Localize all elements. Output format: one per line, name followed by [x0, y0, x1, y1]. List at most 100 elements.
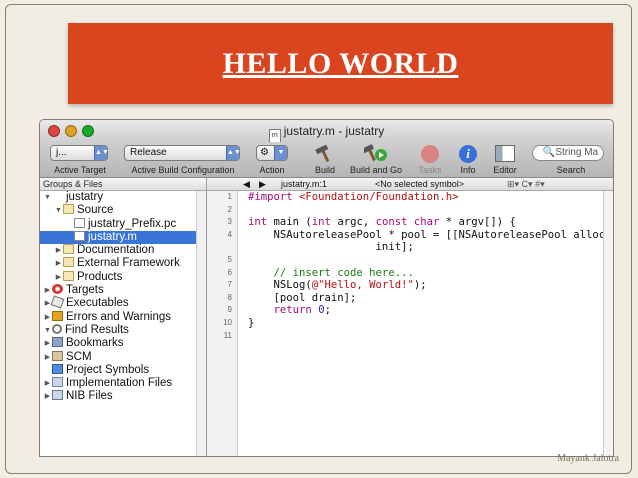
- active-target-item: j... ▲▼ Active Target: [44, 142, 116, 177]
- editor-icon: [495, 145, 515, 162]
- sidebar-item[interactable]: ▶ Documentation: [40, 244, 206, 257]
- sidebar-item[interactable]: justatry.m: [40, 230, 206, 245]
- sidebar-item[interactable]: ▶ NIB Files: [40, 390, 206, 403]
- action-label: Action: [259, 165, 285, 175]
- search-icon: [52, 323, 62, 334]
- line-number: 10: [223, 317, 232, 327]
- cube-icon: [52, 363, 63, 374]
- line-number-gutter: 1 2 3 4 5 6 7 8 9 10 11: [207, 191, 238, 456]
- code-area[interactable]: #import <Foundation/Foundation.h> int mai…: [238, 191, 612, 456]
- sidebar-item-label: Source: [77, 204, 114, 217]
- nav-extra-popups[interactable]: ⊞▾ C▾ #▾: [507, 178, 545, 190]
- gear-icon: ⚙: [260, 147, 269, 158]
- disclosure-open-icon[interactable]: ▼: [43, 191, 52, 204]
- search-label: Search: [556, 165, 586, 175]
- target-icon: [52, 284, 63, 295]
- line-number: [207, 241, 237, 254]
- tasks-label: Tasks: [418, 165, 442, 175]
- groups-and-files-sidebar: Groups & Files ▼ justatry ▼ Source justatry_…: [40, 178, 207, 456]
- title-banner: HELLO WORLD: [68, 23, 613, 104]
- sidebar-item-label: SCM: [66, 350, 92, 363]
- disclosure-closed-icon[interactable]: ▶: [54, 244, 63, 257]
- code-token: init];: [248, 241, 414, 254]
- code-line: return 0;: [238, 304, 604, 317]
- sidebar-item[interactable]: ▶ Executables: [40, 295, 206, 310]
- disclosure-closed-icon[interactable]: ▶: [43, 284, 52, 297]
- sidebar-item[interactable]: ▼ justatry: [40, 191, 206, 204]
- action-item[interactable]: ⚙ ▼ Action: [252, 142, 292, 177]
- disclosure-closed-icon[interactable]: ▶: [54, 257, 63, 270]
- action-popup[interactable]: ⚙ ▼: [256, 145, 288, 161]
- symbol-popup[interactable]: <No selected symbol>: [375, 178, 464, 190]
- code-token: [pool drain];: [248, 291, 357, 304]
- list-icon: [52, 377, 63, 388]
- build-config-popup[interactable]: Release ▲▼: [124, 145, 241, 161]
- hammer-icon: [315, 144, 330, 162]
- code-line: NSLog(@"Hello, World!");: [238, 279, 604, 292]
- build-button[interactable]: Build: [308, 142, 342, 177]
- code-line: init];: [238, 241, 604, 254]
- sidebar-item[interactable]: ▶ Targets: [40, 284, 206, 297]
- title-bar: m justatry.m - justatry: [40, 120, 613, 143]
- tasks-button[interactable]: Tasks: [412, 142, 448, 177]
- warn-icon: [52, 310, 63, 321]
- author-credit: Mayank Jalotra: [557, 453, 619, 464]
- sidebar-item[interactable]: ▶ External Framework: [40, 257, 206, 270]
- editor-button[interactable]: Editor: [487, 142, 523, 177]
- sidebar-item[interactable]: ▶ Errors and Warnings: [40, 310, 206, 324]
- disclosure-open-icon[interactable]: ▼: [43, 324, 52, 337]
- code-token: * argv[]) {: [439, 216, 516, 229]
- sidebar-item[interactable]: ▶ SCM: [40, 350, 206, 364]
- sidebar-item[interactable]: Project Symbols: [40, 363, 206, 377]
- sidebar-item[interactable]: ▼ Find Results: [40, 323, 206, 337]
- code-line: }: [238, 317, 604, 330]
- line-number: 2: [227, 204, 232, 214]
- disclosure-open-icon[interactable]: ▼: [54, 204, 63, 217]
- disclosure-closed-icon[interactable]: ▶: [54, 271, 63, 284]
- search-input[interactable]: 🔍String Ma: [532, 145, 604, 161]
- code-token: <Foundation/Foundation.h>: [299, 191, 459, 203]
- sidebar-item[interactable]: ▶ Products: [40, 270, 206, 284]
- search-icon: 🔍: [542, 147, 556, 158]
- line-number: 11: [223, 330, 232, 340]
- file-icon: [74, 230, 85, 241]
- disclosure-closed-icon[interactable]: ▶: [43, 351, 52, 364]
- active-target-popup[interactable]: j... ▲▼: [50, 145, 109, 161]
- folder-icon: [63, 204, 74, 215]
- build-config-label: Active Build Configuration: [131, 165, 235, 175]
- code-token: main (: [267, 216, 312, 229]
- sidebar-item-label: Find Results: [65, 323, 129, 336]
- back-arrow-icon[interactable]: ◀: [243, 178, 250, 190]
- forward-arrow-icon[interactable]: ▶: [259, 178, 266, 190]
- code-line: int main (int argc, const char * argv[])…: [238, 216, 604, 229]
- line-number: 4: [227, 229, 232, 239]
- sidebar-item[interactable]: ▶ Bookmarks: [40, 337, 206, 350]
- sidebar-item[interactable]: ▼ Source: [40, 204, 206, 217]
- disclosure-closed-icon[interactable]: ▶: [43, 311, 52, 324]
- nib-icon: [52, 390, 63, 401]
- sidebar-tree: ▼ justatry ▼ Source justatry_Prefix.pc justat…: [40, 191, 206, 404]
- line-number: 7: [227, 280, 232, 290]
- editor-scrollbar[interactable]: [603, 191, 613, 456]
- exec-icon: [50, 295, 65, 309]
- sidebar-item-label: Targets: [66, 284, 104, 297]
- disclosure-closed-icon[interactable]: ▶: [43, 337, 52, 350]
- sidebar-item[interactable]: ▶ Implementation Files: [40, 377, 206, 390]
- sidebar-item[interactable]: justatry_Prefix.pc: [40, 217, 206, 231]
- build-and-go-button[interactable]: Build and Go: [344, 142, 408, 177]
- line-number: 5: [227, 254, 232, 264]
- sidebar-item-label: Implementation Files: [66, 377, 173, 390]
- sidebar-item-label: justatry_Prefix.pc: [88, 217, 177, 230]
- info-button[interactable]: i Info: [452, 142, 484, 177]
- disclosure-closed-icon[interactable]: ▶: [43, 377, 52, 390]
- build-and-go-icon: [364, 144, 387, 162]
- disclosure-closed-icon[interactable]: ▶: [43, 390, 52, 403]
- sidebar-item-label: External Framework: [77, 257, 180, 270]
- sidebar-scrollbar[interactable]: [196, 191, 206, 456]
- code-token: ;: [324, 304, 331, 317]
- code-token: );: [413, 279, 427, 292]
- sidebar-item-label: Documentation: [77, 244, 155, 257]
- document-icon: m: [268, 129, 281, 143]
- file-popup[interactable]: justatry.m:1: [281, 178, 327, 190]
